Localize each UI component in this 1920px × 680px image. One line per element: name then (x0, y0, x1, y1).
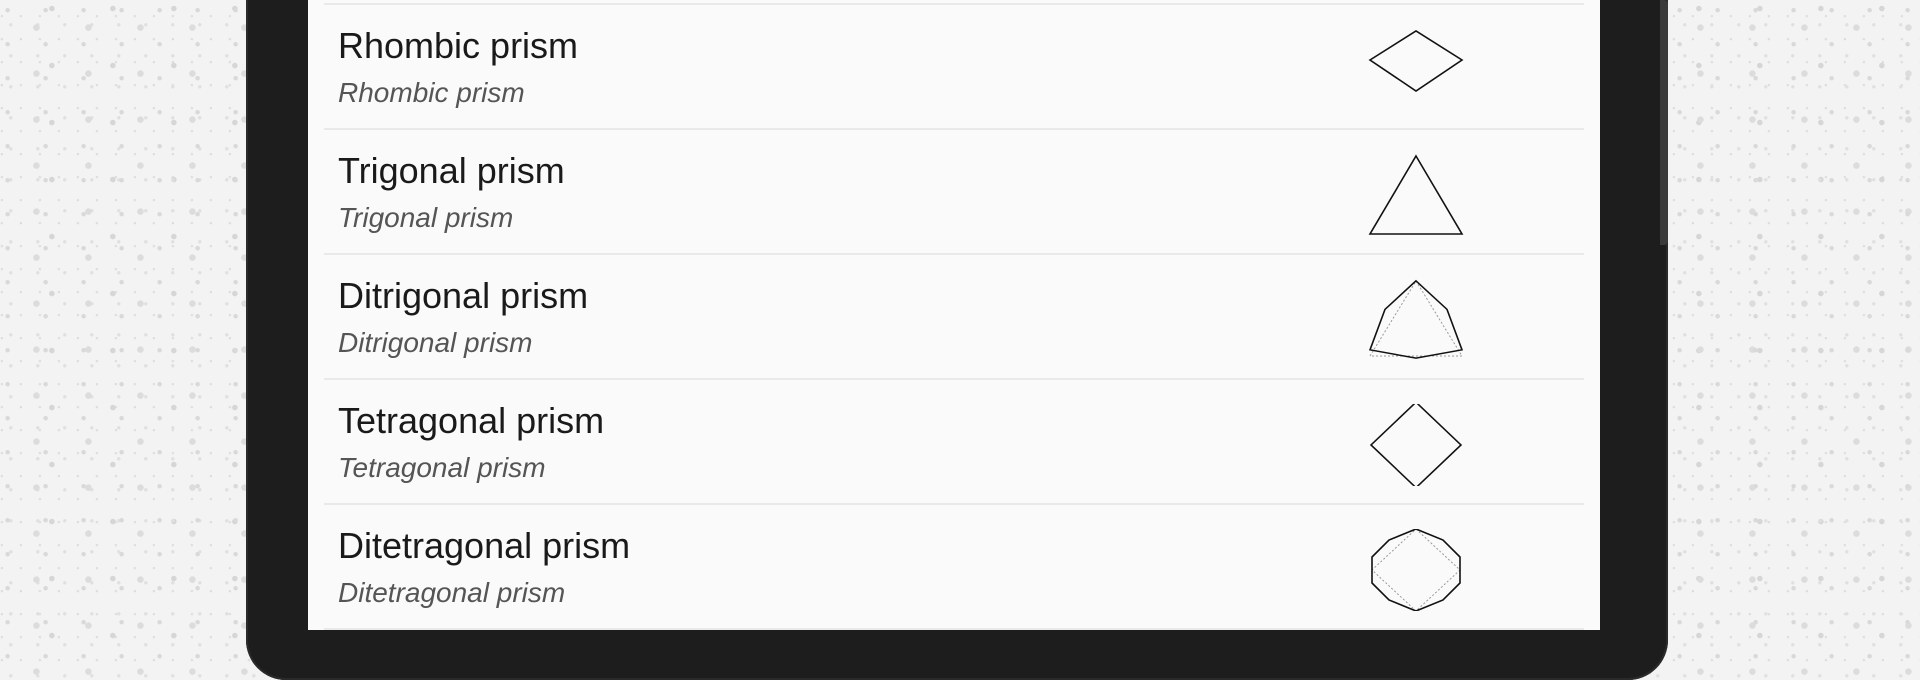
item-title: Rhombic prism (338, 25, 579, 66)
item-subtitle: Rhombic prism (338, 77, 525, 108)
item-title: Trigonal prism (338, 150, 565, 191)
item-subtitle: Tetragonal prism (338, 452, 546, 483)
prism-list: Rhombic prism Rhombic prism Trigonal pri… (324, 0, 1584, 630)
list-item-ditetragonal-prism[interactable]: Ditetragonal prism Ditetragonal prism (324, 505, 1584, 630)
device-side-button (1660, 0, 1668, 245)
item-title: Ditetragonal prism (338, 525, 631, 566)
list-item-rhombic-prism[interactable]: Rhombic prism Rhombic prism (324, 5, 1584, 130)
rhombus-icon (1368, 29, 1464, 111)
list-item-trigonal-prism[interactable]: Trigonal prism Trigonal prism (324, 130, 1584, 255)
ditrigon-icon (1368, 279, 1464, 361)
screen: Rhombic prism Rhombic prism Trigonal pri… (308, 0, 1600, 630)
item-subtitle: Ditetragonal prism (338, 577, 566, 608)
item-title: Tetragonal prism (338, 400, 605, 441)
octagon-icon (1368, 529, 1464, 611)
item-subtitle: Ditrigonal prism (338, 327, 533, 358)
item-title: Ditrigonal prism (338, 275, 589, 316)
square-icon (1368, 404, 1464, 486)
list-item-ditrigonal-prism[interactable]: Ditrigonal prism Ditrigonal prism (324, 255, 1584, 380)
list-item-tetragonal-prism[interactable]: Tetragonal prism Tetragonal prism (324, 380, 1584, 505)
item-subtitle: Trigonal prism (338, 202, 514, 233)
triangle-icon (1368, 154, 1464, 236)
